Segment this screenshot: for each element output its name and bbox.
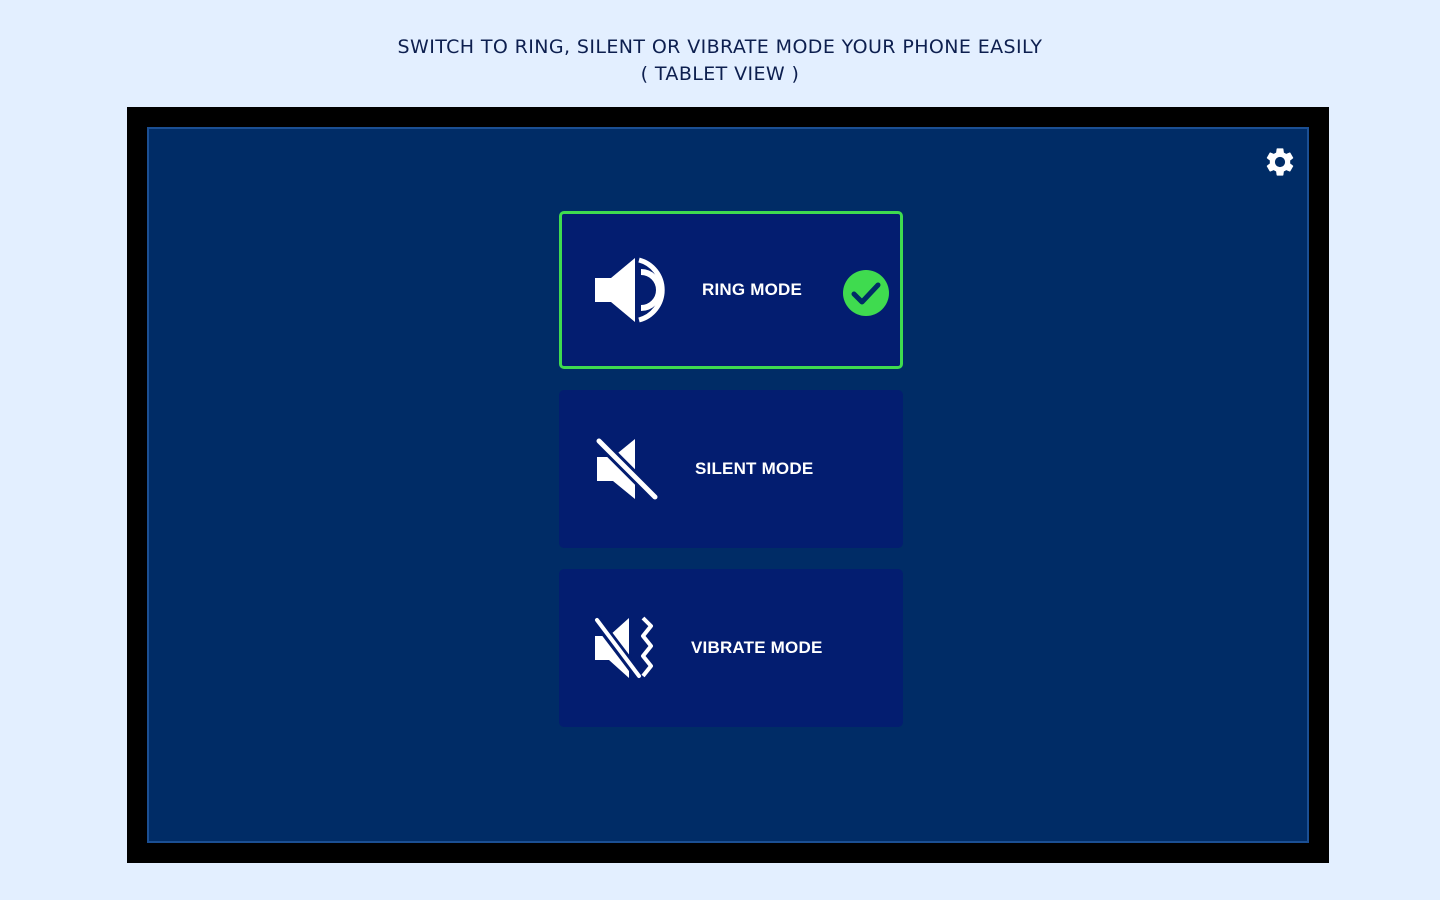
caption-line-2: ( TABLET VIEW ) [640, 63, 800, 85]
ring-mode-button[interactable]: RING MODE [559, 211, 903, 369]
speaker-volume-icon [595, 257, 665, 323]
vibrate-mode-button[interactable]: VIBRATE MODE [559, 569, 903, 727]
tablet-frame: RING MODE SILENT MODE VIBRATE MODE [127, 107, 1329, 863]
speaker-muted-icon [593, 435, 659, 501]
promo-caption: SWITCH TO RING, SILENT OR VIBRATE MODE Y… [0, 34, 1440, 88]
silent-mode-button[interactable]: SILENT MODE [559, 390, 903, 548]
vibrate-mode-label: VIBRATE MODE [691, 638, 823, 657]
vibrate-muted-icon [593, 614, 653, 680]
gear-icon [1266, 148, 1294, 176]
settings-button[interactable] [1263, 145, 1297, 179]
check-circle-icon [843, 270, 889, 316]
app-screen: RING MODE SILENT MODE VIBRATE MODE [147, 127, 1309, 843]
silent-mode-label: SILENT MODE [695, 459, 814, 478]
ring-mode-label: RING MODE [702, 280, 803, 299]
caption-line-1: SWITCH TO RING, SILENT OR VIBRATE MODE Y… [397, 36, 1043, 58]
